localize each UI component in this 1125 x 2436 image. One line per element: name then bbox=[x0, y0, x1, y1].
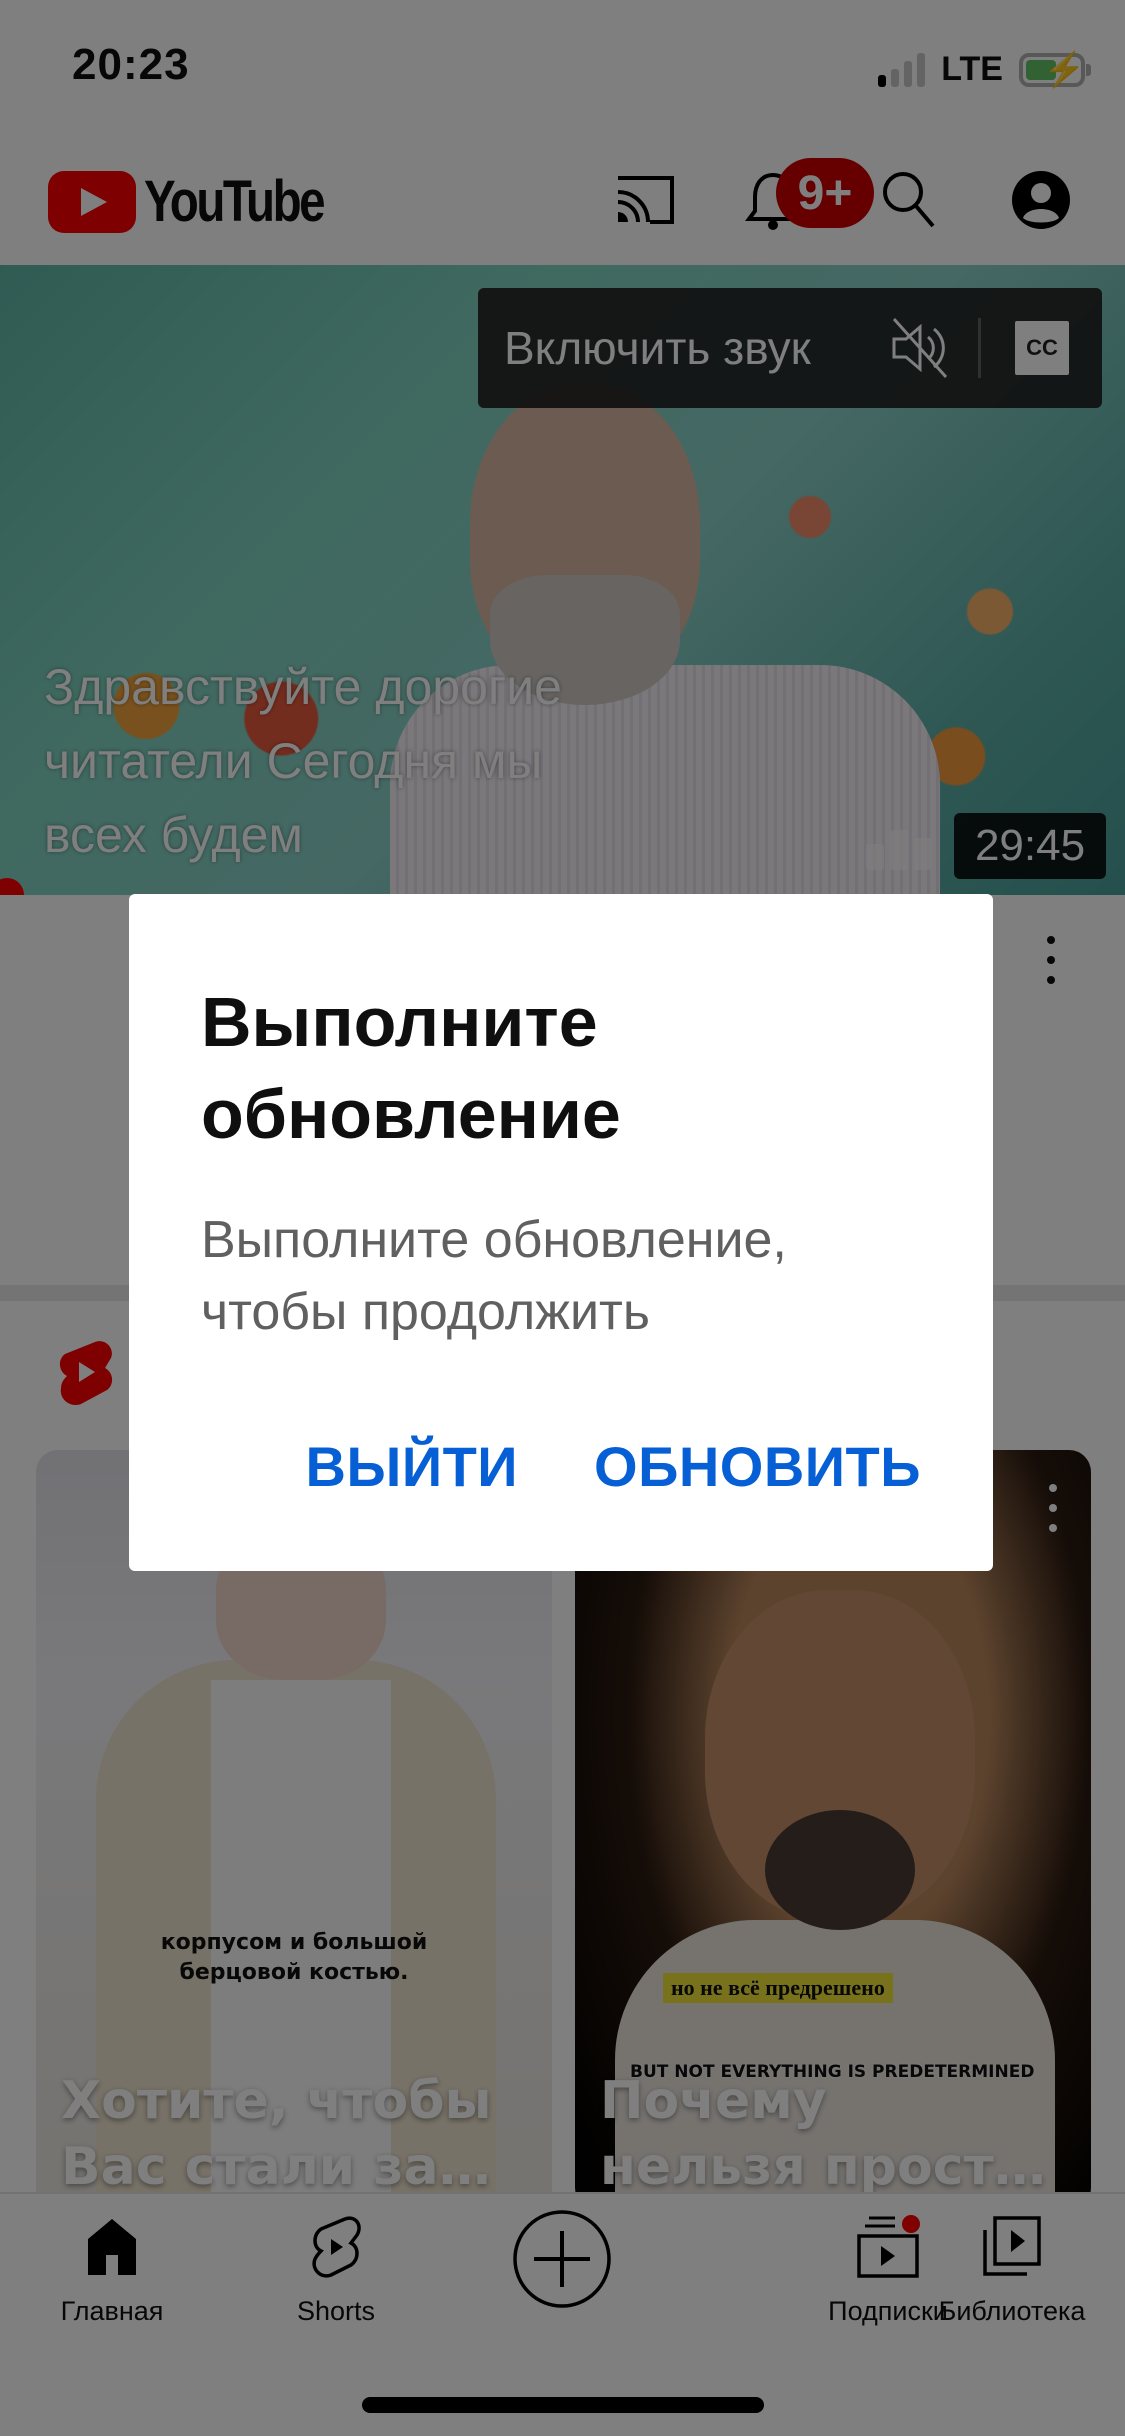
dialog-title: Выполните обновление bbox=[201, 983, 621, 1153]
exit-button[interactable]: ВЫЙТИ bbox=[306, 1434, 518, 1499]
update-dialog: Выполните обновление Выполните обновлени… bbox=[129, 894, 993, 1571]
dialog-message: Выполните обновление, чтобы продолжить bbox=[201, 1211, 787, 1341]
dialog-actions: ВЫЙТИ ОБНОВИТЬ bbox=[306, 1434, 921, 1499]
update-button[interactable]: ОБНОВИТЬ bbox=[594, 1434, 921, 1499]
